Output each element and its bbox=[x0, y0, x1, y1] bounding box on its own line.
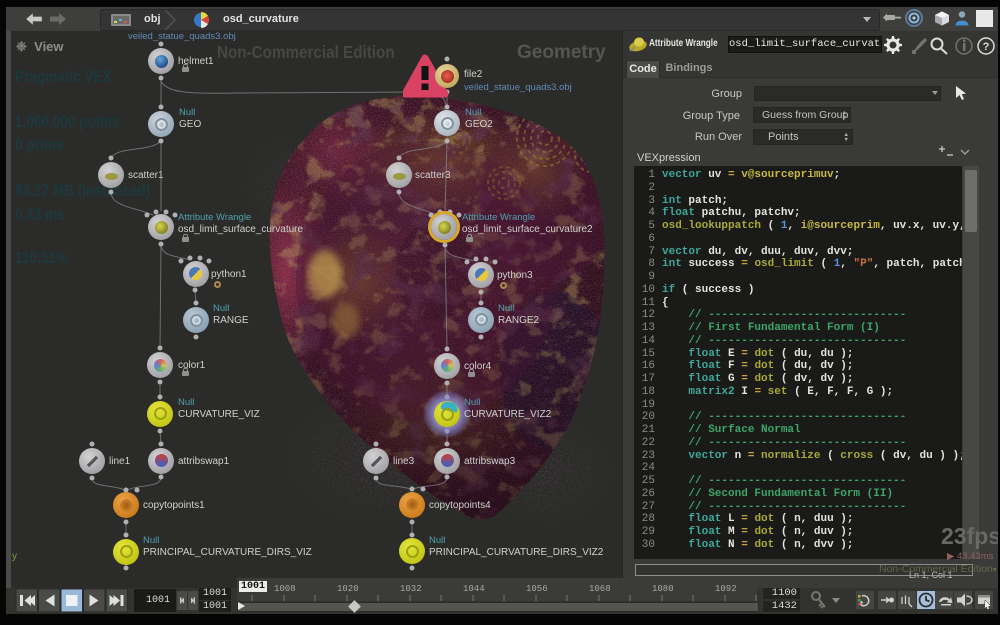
svg-text:?: ? bbox=[983, 41, 990, 53]
